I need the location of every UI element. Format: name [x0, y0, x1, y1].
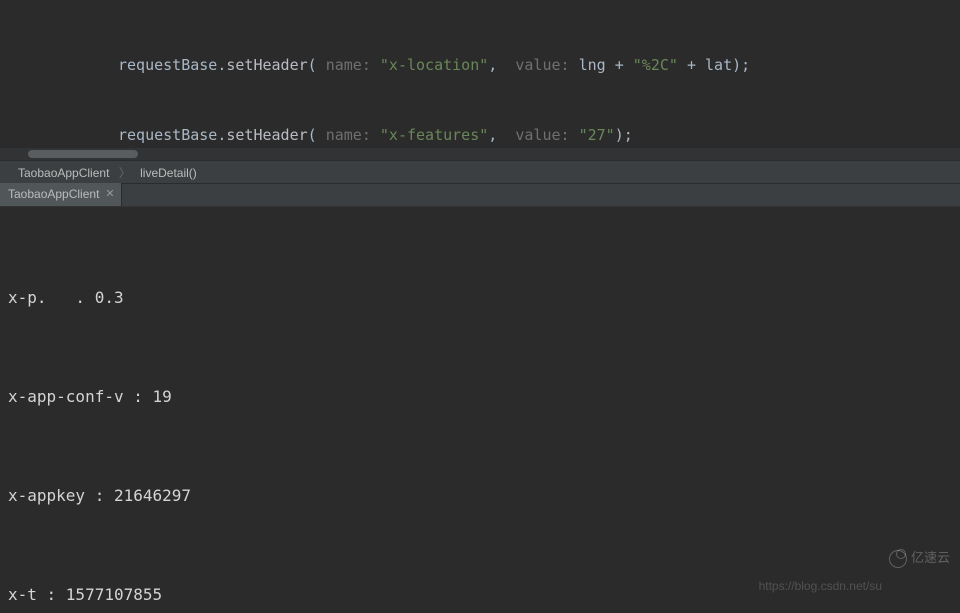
- ide-root: requestBase.setHeader( name: "x-location…: [0, 0, 960, 613]
- cloud-icon: [889, 550, 907, 568]
- console-line: x-appkey : 21646297: [8, 479, 960, 512]
- code-line[interactable]: requestBase.setHeader( name: "x-features…: [118, 118, 960, 152]
- console-tab-label: TaobaoAppClient: [8, 183, 99, 206]
- scrollbar-thumb[interactable]: [28, 150, 138, 158]
- close-icon[interactable]: ✕: [105, 183, 114, 206]
- console-tab[interactable]: TaobaoAppClient ✕: [0, 183, 122, 206]
- console-output[interactable]: x-p. . 0.3 x-app-conf-v : 19 x-appkey : …: [0, 207, 960, 613]
- breadcrumb[interactable]: TaobaoAppClient 〉 liveDetail(): [0, 160, 960, 184]
- breadcrumb-class[interactable]: TaobaoAppClient: [18, 166, 109, 180]
- code-line[interactable]: requestBase.setHeader( name: "x-location…: [118, 48, 960, 82]
- console-line: x-t : 1577107855: [8, 578, 960, 611]
- console-line: x-app-conf-v : 19: [8, 380, 960, 413]
- chevron-right-icon: 〉: [119, 166, 131, 180]
- code-editor[interactable]: requestBase.setHeader( name: "x-location…: [0, 0, 960, 160]
- breadcrumb-method[interactable]: liveDetail(): [140, 166, 197, 180]
- console-line: x-p. . 0.3: [8, 281, 960, 314]
- editor-horizontal-scrollbar[interactable]: [0, 148, 960, 160]
- console-tab-strip: TaobaoAppClient ✕: [0, 184, 960, 207]
